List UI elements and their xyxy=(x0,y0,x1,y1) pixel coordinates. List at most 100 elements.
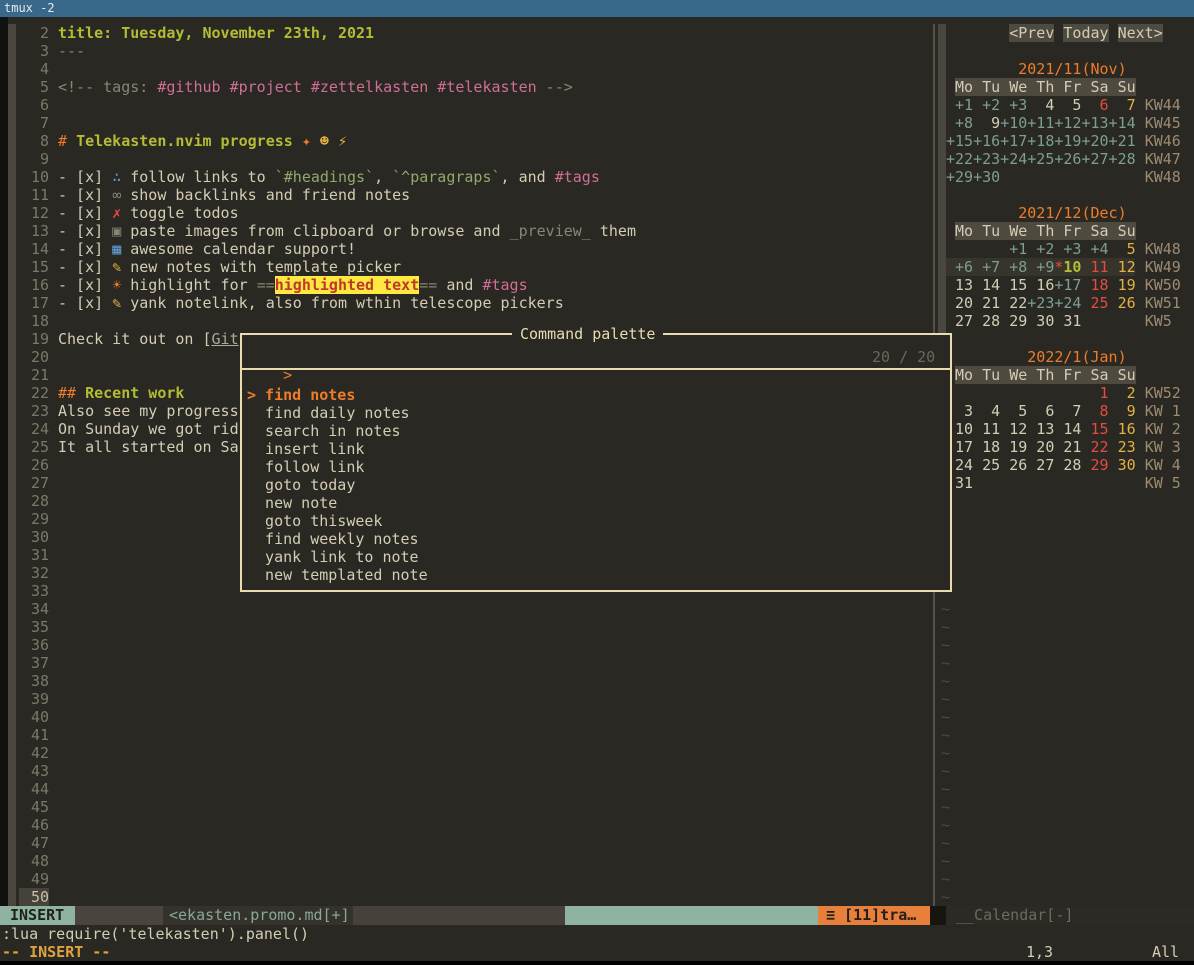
text-segment xyxy=(1081,312,1144,330)
palette-item[interactable]: find daily notes xyxy=(247,404,410,422)
editor-line-48[interactable]: 48 xyxy=(19,852,58,870)
editor-line-24[interactable]: 24On Sunday we got rid xyxy=(19,420,239,438)
editor-line-35[interactable]: 35 xyxy=(19,618,58,636)
scrollbar-strip[interactable] xyxy=(938,24,946,333)
editor-line-46[interactable]: 46 xyxy=(19,816,58,834)
palette-item[interactable]: new note xyxy=(247,494,337,512)
calendar-week-row[interactable]: +6 +7 +8 +9*10 11 12 KW49 xyxy=(946,258,1181,276)
editor-line-17[interactable]: 17- [x] ✎ yank notelink, also from wthin… xyxy=(19,294,564,312)
editor-line-44[interactable]: 44 xyxy=(19,780,58,798)
editor-line-11[interactable]: 11- [x] ∞ show backlinks and friend note… xyxy=(19,186,410,204)
editor-line-2[interactable]: 2title: Tuesday, November 23th, 2021 xyxy=(19,24,374,42)
editor-line-23[interactable]: 23Also see my progress xyxy=(19,402,239,420)
editor-line-34[interactable]: 34 xyxy=(19,600,58,618)
calendar-week-row[interactable]: 17 18 19 20 21 22 23 KW 3 xyxy=(946,438,1181,456)
editor-line-13[interactable]: 13- [x] ▣ paste images from clipboard or… xyxy=(19,222,636,240)
editor-line-15[interactable]: 15- [x] ✎ new notes with template picker xyxy=(19,258,401,276)
editor-line-39[interactable]: 39 xyxy=(19,690,58,708)
calendar-week-row[interactable]: 1 2 KW52 xyxy=(946,384,1181,402)
calendar-week-row[interactable]: +1 +2 +3 +4 5 KW48 xyxy=(946,240,1181,258)
editor-line-40[interactable]: 40 xyxy=(19,708,58,726)
text-segment: - [x] xyxy=(58,258,112,276)
palette-item[interactable]: follow link xyxy=(247,458,364,476)
palette-item[interactable]: goto today xyxy=(247,476,355,494)
editor-line-31[interactable]: 31 xyxy=(19,546,58,564)
tilde-marker: ~ xyxy=(941,852,950,870)
calendar-week-row[interactable]: +8 9+10+11+12+13+14 KW45 xyxy=(946,114,1181,132)
editor-line-10[interactable]: 10- [x] ∴ follow links to `#headings`, `… xyxy=(19,168,600,186)
editor-line-29[interactable]: 29 xyxy=(19,510,58,528)
command-line[interactable]: :lua require('telekasten').panel() xyxy=(2,925,309,943)
editor-line-21[interactable]: 21 xyxy=(19,366,58,384)
editor-line-32[interactable]: 32 xyxy=(19,564,58,582)
calendar-week-row[interactable]: +15+16+17+18+19+20+21 KW46 xyxy=(946,132,1181,150)
calendar-week-row[interactable]: +29+30 KW48 xyxy=(946,168,1181,186)
editor-line-3[interactable]: 3--- xyxy=(19,42,85,60)
editor-line-7[interactable]: 7 xyxy=(19,114,58,132)
calendar-today-button[interactable]: Today xyxy=(1063,24,1108,42)
calendar-week-row[interactable]: +1 +2 +3 4 5 6 7 KW44 xyxy=(946,96,1181,114)
text-segment: KW46 xyxy=(1145,132,1181,150)
calendar-week-row[interactable]: 24 25 26 27 28 29 30 KW 4 xyxy=(946,456,1181,474)
palette-item[interactable]: search in notes xyxy=(247,422,401,440)
editor-line-36[interactable]: 36 xyxy=(19,636,58,654)
editor-line-50[interactable]: 50 xyxy=(19,888,58,906)
calendar-week-row[interactable]: +22+23+24+25+26+27+28 KW47 xyxy=(946,150,1181,168)
calendar-week-row[interactable]: 3 4 5 6 7 8 9 KW 1 xyxy=(946,402,1181,420)
empty-buffer-line: ~ xyxy=(941,636,950,654)
palette-item[interactable]: > find notes xyxy=(247,386,355,404)
editor-line-38[interactable]: 38 xyxy=(19,672,58,690)
editor-line-27[interactable]: 27 xyxy=(19,474,58,492)
editor-line-5[interactable]: 5<!-- tags: #github #project #zettelkast… xyxy=(19,78,573,96)
palette-prompt-input[interactable]: > xyxy=(247,348,292,366)
editor-line-37[interactable]: 37 xyxy=(19,654,58,672)
editor-line-14[interactable]: 14- [x] ▦ awesome calendar support! xyxy=(19,240,356,258)
tilde-marker: ~ xyxy=(941,654,950,672)
tabline-segment[interactable]: ≡ [11]tra… xyxy=(818,906,930,925)
filetype-segment: markdown utf-8[unix] xyxy=(353,906,565,925)
editor-line-9[interactable]: 9 xyxy=(19,150,58,168)
text-segment: Git xyxy=(212,330,239,348)
editor-line-19[interactable]: 19Check it out on [Git xyxy=(19,330,239,348)
editor-line-4[interactable]: 4 xyxy=(19,60,58,78)
editor-line-47[interactable]: 47 xyxy=(19,834,58,852)
editor-line-6[interactable]: 6 xyxy=(19,96,58,114)
calendar-prev-button[interactable]: <Prev xyxy=(1009,24,1054,42)
calendar-week-row[interactable]: 27 28 29 30 31 KW5 xyxy=(946,312,1172,330)
editor-line-41[interactable]: 41 xyxy=(19,726,58,744)
text-segment xyxy=(946,60,1018,78)
text-segment: +23+24 xyxy=(1027,294,1081,312)
editor-line-8[interactable]: 8# Telekasten.nvim progress ✦ ☻ ⚡ xyxy=(19,132,347,150)
tilde-marker: ~ xyxy=(941,726,950,744)
palette-item[interactable]: new templated note xyxy=(247,566,428,584)
editor-line-30[interactable]: 30 xyxy=(19,528,58,546)
editor-line-16[interactable]: 16- [x] ☀ highlight for ==highlighted te… xyxy=(19,276,528,294)
palette-item[interactable]: insert link xyxy=(247,440,364,458)
palette-item[interactable]: yank link to note xyxy=(247,548,419,566)
editor-line-26[interactable]: 26 xyxy=(19,456,58,474)
calendar-week-row[interactable]: 20 21 22+23+24 25 26 KW51 xyxy=(946,294,1181,312)
editor-line-18[interactable]: 18 xyxy=(19,312,58,330)
editor-line-28[interactable]: 28 xyxy=(19,492,58,510)
calendar-week-row[interactable]: 31 KW 5 xyxy=(946,474,1181,492)
calendar-next-button[interactable]: Next> xyxy=(1118,24,1163,42)
editor-line-49[interactable]: 49 xyxy=(19,870,58,888)
editor-line-22[interactable]: 22## Recent work xyxy=(19,384,184,402)
calendar-week-row[interactable]: 10 11 12 13 14 15 16 KW 2 xyxy=(946,420,1181,438)
editor-line-25[interactable]: 25It all started on Sa xyxy=(19,438,239,456)
editor-line-42[interactable]: 42 xyxy=(19,744,58,762)
editor-line-43[interactable]: 43 xyxy=(19,762,58,780)
calendar-month-title: 2022/1(Jan) xyxy=(946,348,1127,366)
editor-line-20[interactable]: 20 xyxy=(19,348,58,366)
text-segment: - [x] xyxy=(58,294,112,312)
editor-line-33[interactable]: 33 xyxy=(19,582,58,600)
editor-line-12[interactable]: 12- [x] ✗ toggle todos xyxy=(19,204,239,222)
palette-item[interactable]: goto thisweek xyxy=(247,512,382,530)
editor-line-45[interactable]: 45 xyxy=(19,798,58,816)
text-segment: # xyxy=(58,132,76,150)
line-number: 30 xyxy=(19,528,49,546)
empty-buffer-line: ~ xyxy=(941,852,950,870)
calendar-week-row[interactable]: 13 14 15 16+17 18 19 KW50 xyxy=(946,276,1181,294)
palette-item[interactable]: find weekly notes xyxy=(247,530,419,548)
empty-buffer-line: ~ xyxy=(941,870,950,888)
